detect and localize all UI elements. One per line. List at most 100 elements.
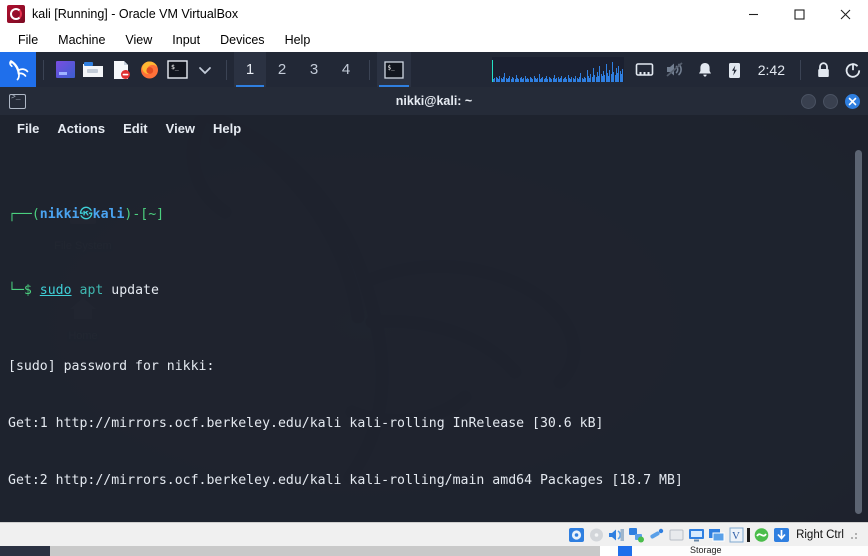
output-line-sudo-password: [sudo] password for nikki: bbox=[8, 359, 215, 374]
terminal-title: nikki@kali: ~ bbox=[395, 94, 473, 108]
command-sudo: sudo bbox=[39, 283, 72, 298]
launcher-app[interactable] bbox=[51, 52, 79, 87]
log-out-button[interactable] bbox=[838, 52, 868, 87]
vbox-status-bar: V Right Ctrl bbox=[0, 522, 868, 546]
volume-button[interactable] bbox=[660, 52, 690, 87]
clock[interactable]: 2:42 bbox=[750, 62, 793, 78]
prompt-bracket-top: ┌──( bbox=[8, 207, 40, 222]
prompt-path: )-[~] bbox=[124, 207, 165, 222]
remote-desktop-icon[interactable] bbox=[708, 527, 725, 543]
audio-icon[interactable] bbox=[608, 527, 625, 543]
close-icon bbox=[840, 9, 850, 19]
power-button[interactable] bbox=[720, 52, 750, 87]
chevron-down-icon bbox=[199, 66, 211, 74]
task-terminal[interactable]: $_ bbox=[377, 52, 411, 87]
terminal-icon: $_ bbox=[384, 60, 404, 79]
minimize-button[interactable] bbox=[730, 0, 776, 28]
network-status[interactable] bbox=[630, 52, 660, 87]
close-button[interactable] bbox=[822, 0, 868, 28]
battery-charging-icon bbox=[729, 62, 741, 78]
resize-grip[interactable] bbox=[850, 529, 860, 540]
terminal-menu-file[interactable]: File bbox=[8, 119, 48, 138]
virtualbox-window: kali [Running] - Oracle VM VirtualBox Fi… bbox=[0, 0, 868, 556]
maximize-button[interactable] bbox=[823, 93, 838, 109]
host-window-title: kali [Running] - Oracle VM VirtualBox bbox=[32, 7, 239, 21]
terminal-menu-help[interactable]: Help bbox=[204, 119, 250, 138]
video-capture-icon[interactable]: V bbox=[728, 527, 745, 543]
mouse-integration-icon[interactable] bbox=[773, 527, 790, 543]
prompt-bracket-bottom: └─ bbox=[8, 283, 24, 298]
terminal-emulator-icon bbox=[55, 61, 75, 78]
virtualization-icon[interactable] bbox=[753, 527, 770, 543]
minimize-button[interactable] bbox=[801, 93, 816, 109]
terminal-body[interactable]: ┌──(nikki㉿kali)-[~] └─$ sudo apt update … bbox=[0, 142, 868, 522]
output-line-get-2: Get:2 http://mirrors.ocf.berkeley.edu/ka… bbox=[8, 473, 683, 488]
launcher-firefox[interactable] bbox=[135, 52, 163, 87]
guest-screen: File System Home bbox=[0, 52, 868, 522]
network-monitor[interactable] bbox=[491, 57, 624, 82]
host-menubar: File Machine View Input Devices Help bbox=[0, 28, 868, 52]
menu-file[interactable]: File bbox=[8, 31, 48, 49]
terminal-icon bbox=[9, 93, 26, 109]
terminal-menu-edit[interactable]: Edit bbox=[114, 119, 157, 138]
terminal-menu-actions[interactable]: Actions bbox=[48, 119, 114, 138]
menu-input[interactable]: Input bbox=[162, 31, 210, 49]
prompt-line-2: └─$ sudo apt update bbox=[8, 281, 848, 300]
usb-icon[interactable] bbox=[648, 527, 665, 543]
notifications-button[interactable] bbox=[690, 52, 720, 87]
network-adapter-icon[interactable] bbox=[628, 527, 645, 543]
terminal-window: nikki@kali: ~ File Actions Edit Vie bbox=[0, 87, 868, 522]
workspace-1[interactable]: 1 bbox=[234, 52, 266, 87]
speaker-muted-icon bbox=[666, 62, 683, 77]
prompt-at-symbol: ㉿ bbox=[79, 207, 93, 222]
launcher-more[interactable] bbox=[191, 52, 219, 87]
lock-screen-button[interactable] bbox=[808, 52, 838, 87]
prompt-dollar: $ bbox=[23, 283, 32, 298]
panel-separator-4 bbox=[800, 59, 801, 80]
applications-menu-button[interactable] bbox=[0, 52, 36, 87]
prompt-line-1: ┌──(nikki㉿kali)-[~] bbox=[8, 205, 848, 224]
panel-separator-3 bbox=[369, 59, 370, 80]
launcher-terminal[interactable]: $_ bbox=[163, 52, 191, 87]
document-blocked-icon bbox=[114, 60, 130, 79]
bell-icon bbox=[698, 62, 711, 77]
host-window-controls bbox=[730, 0, 868, 28]
command-apt: apt bbox=[79, 283, 104, 298]
file-manager-icon bbox=[83, 62, 103, 77]
optical-disk-icon[interactable] bbox=[588, 527, 605, 543]
menu-help[interactable]: Help bbox=[275, 31, 321, 49]
command-arg: update bbox=[111, 283, 159, 298]
workspace-3[interactable]: 3 bbox=[298, 52, 330, 87]
panel-separator-2 bbox=[226, 59, 227, 80]
maximize-button[interactable] bbox=[776, 0, 822, 28]
terminal-scrollbar-thumb[interactable] bbox=[855, 150, 862, 514]
lock-icon bbox=[817, 61, 829, 77]
storage-tooltip: Storage bbox=[610, 546, 868, 556]
host-key-label: Right Ctrl bbox=[796, 528, 844, 541]
launcher-files[interactable] bbox=[79, 52, 107, 87]
bottom-strip: Storage bbox=[0, 546, 868, 556]
menu-devices[interactable]: Devices bbox=[210, 31, 274, 49]
bottom-strip-bar bbox=[50, 546, 600, 556]
prompt-host: kali bbox=[92, 207, 125, 222]
terminal-menu-view[interactable]: View bbox=[157, 119, 204, 138]
terminal-icon: $_ bbox=[166, 60, 188, 79]
maximize-icon bbox=[793, 8, 805, 20]
terminal-output: ┌──(nikki㉿kali)-[~] └─$ sudo apt update … bbox=[8, 148, 848, 522]
workspace-4[interactable]: 4 bbox=[330, 52, 362, 87]
firefox-icon bbox=[140, 61, 158, 79]
hard-disk-icon[interactable] bbox=[568, 527, 585, 543]
terminal-titlebar[interactable]: nikki@kali: ~ bbox=[0, 87, 868, 115]
menu-view[interactable]: View bbox=[115, 31, 162, 49]
workspace-2[interactable]: 2 bbox=[266, 52, 298, 87]
shared-folder-icon[interactable] bbox=[668, 527, 685, 543]
launcher-text-editor[interactable] bbox=[107, 52, 135, 87]
close-button[interactable] bbox=[845, 93, 860, 109]
terminal-window-controls bbox=[801, 87, 860, 115]
terminal-menubar: File Actions Edit View Help bbox=[0, 115, 868, 142]
storage-tooltip-icon bbox=[618, 546, 632, 556]
menu-machine[interactable]: Machine bbox=[48, 31, 115, 49]
terminal-scrollbar[interactable] bbox=[855, 150, 862, 514]
kali-dragon-icon bbox=[8, 60, 28, 81]
display-icon[interactable] bbox=[688, 527, 705, 543]
